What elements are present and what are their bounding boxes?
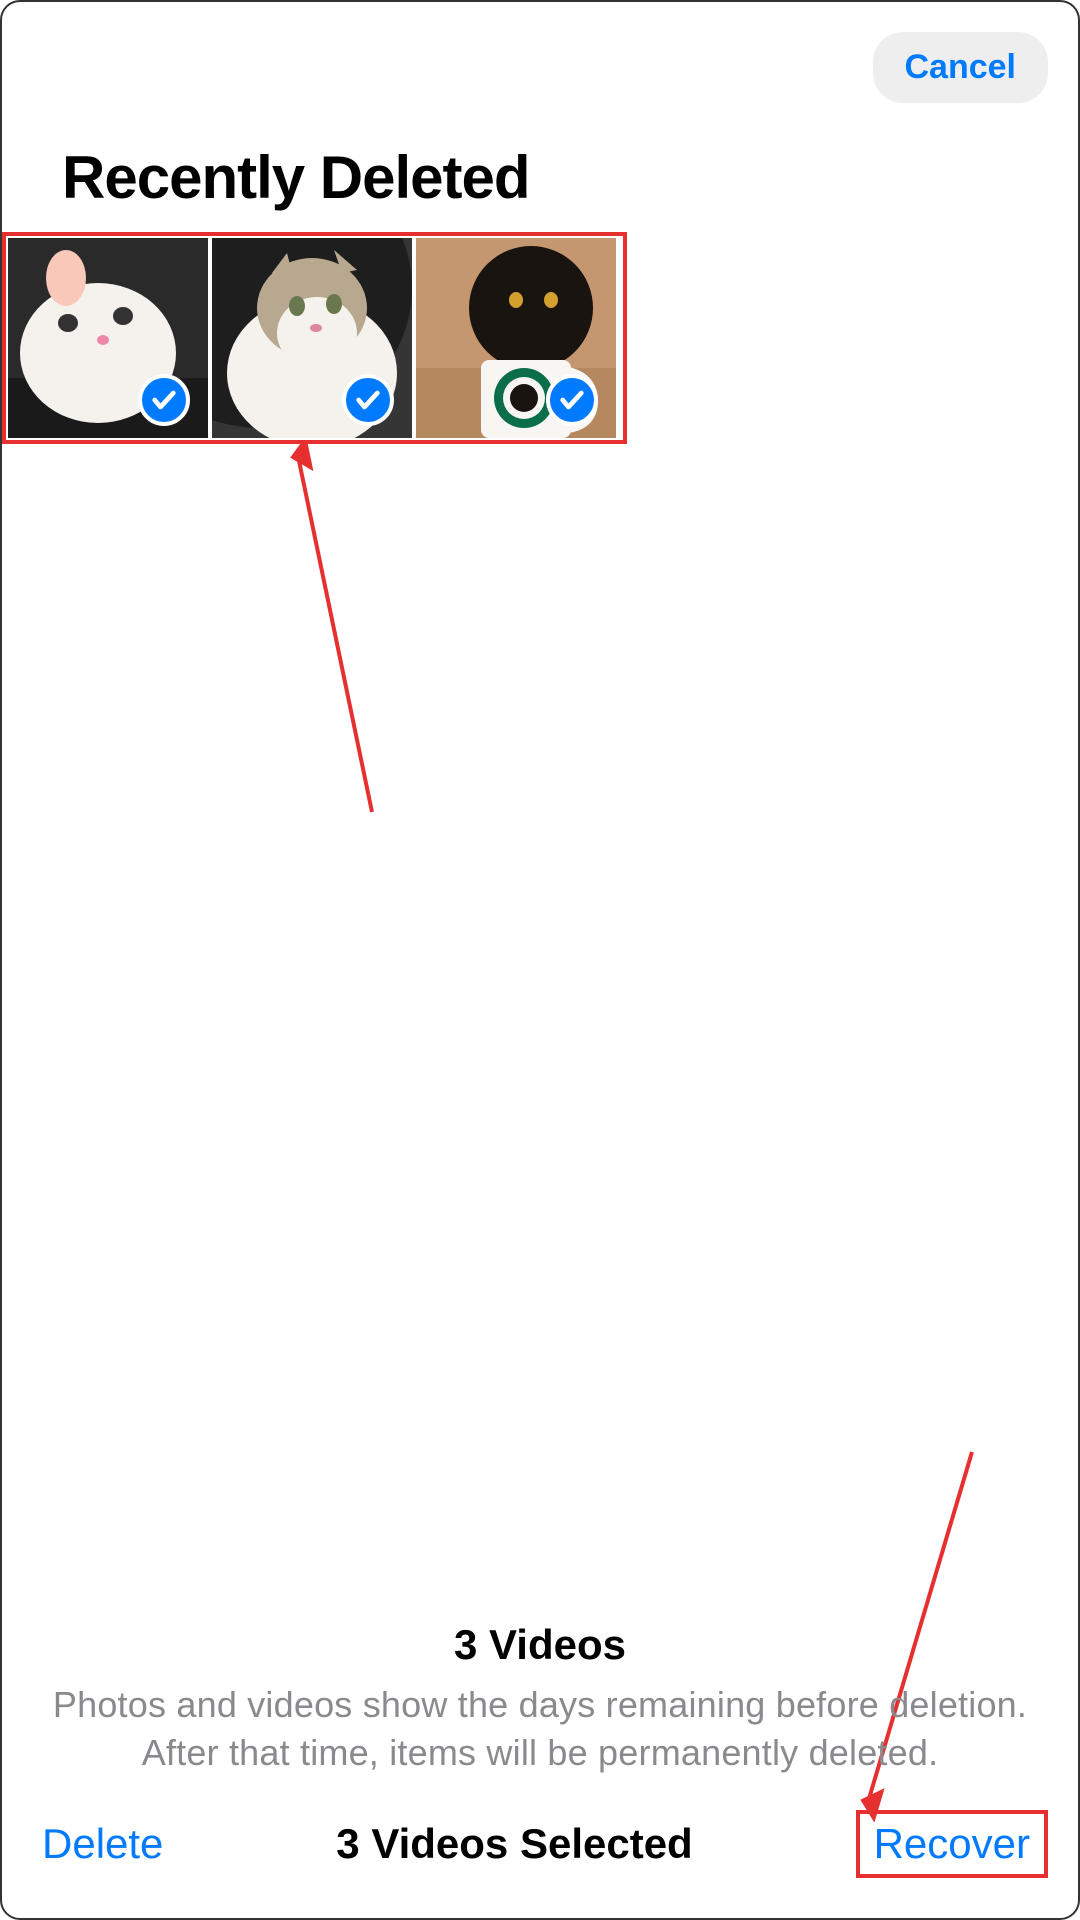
selected-check-icon bbox=[138, 374, 190, 426]
video-thumbnail-1[interactable] bbox=[8, 238, 208, 438]
thumbnails-container bbox=[2, 232, 1078, 444]
video-thumbnail-2[interactable] bbox=[212, 238, 412, 438]
annotation-arrow-icon bbox=[272, 442, 412, 822]
page-title: Recently Deleted bbox=[2, 113, 1078, 232]
cancel-button[interactable]: Cancel bbox=[873, 32, 1049, 103]
info-section: 3 Videos Photos and videos show the days… bbox=[2, 1621, 1078, 1778]
selection-status: 3 Videos Selected bbox=[336, 1820, 692, 1868]
info-description: Photos and videos show the days remainin… bbox=[12, 1681, 1068, 1778]
annotation-highlight-thumbnails bbox=[2, 232, 627, 444]
selected-check-icon bbox=[342, 374, 394, 426]
top-bar: Cancel bbox=[2, 2, 1078, 113]
info-count-label: 3 Videos bbox=[12, 1621, 1068, 1669]
bottom-toolbar: Delete 3 Videos Selected Recover bbox=[2, 1790, 1078, 1898]
screen-container: Cancel Recently Deleted bbox=[0, 0, 1080, 1920]
selected-check-icon bbox=[546, 374, 598, 426]
video-thumbnail-3[interactable] bbox=[416, 238, 616, 438]
recover-button[interactable]: Recover bbox=[856, 1810, 1048, 1878]
delete-button[interactable]: Delete bbox=[32, 1812, 173, 1876]
